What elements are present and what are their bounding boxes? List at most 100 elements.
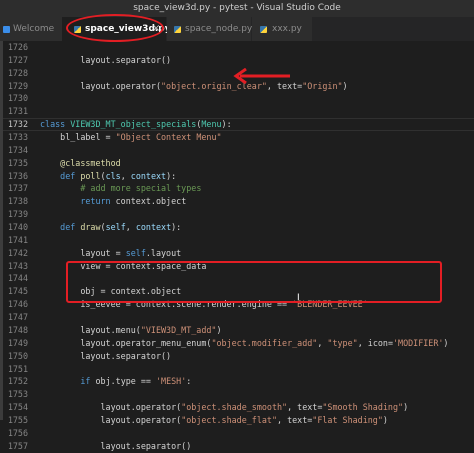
code-token: @classmethod bbox=[60, 157, 121, 168]
code-line[interactable]: 1731 bbox=[0, 105, 474, 118]
line-number: 1736 bbox=[7, 170, 28, 181]
code-token: if bbox=[80, 376, 96, 387]
code-token: layout.operator_menu_enum( bbox=[40, 337, 212, 348]
line-number: 1754 bbox=[7, 402, 28, 413]
code-line[interactable]: 1747 bbox=[0, 311, 474, 324]
line-number: 1745 bbox=[7, 286, 28, 297]
code-token: , bbox=[125, 222, 136, 233]
text-cursor-icon: I bbox=[297, 293, 300, 303]
code-token: obj.type == bbox=[95, 376, 156, 387]
code-token: "object.shade_smooth" bbox=[181, 402, 288, 413]
tab-label: Welcome bbox=[13, 24, 55, 34]
code-text: layout.operator("object.shade_flat", tex… bbox=[40, 414, 388, 427]
tab-highlight-ellipse bbox=[66, 14, 164, 42]
python-file-icon bbox=[260, 26, 267, 33]
code-text: layout.separator() bbox=[40, 350, 171, 363]
code-line[interactable]: 1736 def poll(cls, context): bbox=[0, 170, 474, 183]
code-line[interactable]: 1749 layout.operator_menu_enum("object.m… bbox=[0, 337, 474, 350]
line-number: 1747 bbox=[7, 312, 28, 323]
code-token: ): bbox=[221, 119, 232, 130]
code-line[interactable]: 1727 layout.separator() bbox=[0, 54, 474, 67]
code-text: layout.operator_menu_enum("object.modifi… bbox=[40, 337, 448, 350]
code-line[interactable]: 1756 bbox=[0, 427, 474, 440]
code-token: Menu bbox=[201, 119, 222, 130]
code-token: : bbox=[186, 376, 192, 387]
tab-welcome[interactable]: Welcome bbox=[0, 17, 62, 41]
code-token: cls bbox=[105, 170, 121, 181]
line-number: 1756 bbox=[7, 427, 28, 438]
code-line[interactable]: 1737 # add more special types bbox=[0, 182, 474, 195]
code-line[interactable]: 1750 layout.separator() bbox=[0, 350, 474, 363]
code-token: "Object Context Menu" bbox=[115, 132, 222, 143]
arrow-left-icon bbox=[233, 68, 290, 84]
code-text: def draw(self, context): bbox=[40, 221, 181, 234]
line-number: 1748 bbox=[7, 324, 28, 335]
code-token: ): bbox=[166, 170, 177, 181]
code-line[interactable]: 1754 layout.operator("object.shade_smoot… bbox=[0, 401, 474, 414]
code-token: , text= bbox=[287, 402, 323, 413]
code-token: def bbox=[60, 170, 81, 181]
line-number: 1749 bbox=[7, 337, 28, 348]
tab-label: space_node.py bbox=[185, 24, 253, 34]
code-text: return context.object bbox=[40, 195, 186, 208]
line-number: 1757 bbox=[7, 440, 28, 451]
code-token: layout.separator() bbox=[40, 440, 192, 451]
code-token: poll bbox=[80, 170, 101, 181]
code-token: layout.operator( bbox=[40, 80, 162, 91]
code-text: # add more special types bbox=[40, 182, 201, 195]
code-token: # add more special types bbox=[80, 183, 202, 194]
code-token: 'MODIFIER' bbox=[392, 337, 444, 348]
code-token: "Origin" bbox=[302, 80, 343, 91]
code-token: 'MESH' bbox=[156, 376, 187, 387]
line-number: 1737 bbox=[7, 183, 28, 194]
code-token: layout.operator( bbox=[40, 402, 182, 413]
code-line[interactable]: 1757 layout.separator() bbox=[0, 440, 474, 453]
line-number: 1743 bbox=[7, 260, 28, 271]
line-number: 1728 bbox=[7, 67, 28, 78]
code-line[interactable]: 1733 bl_label = "Object Context Menu" bbox=[0, 131, 474, 144]
code-line[interactable]: 1738 return context.object bbox=[0, 195, 474, 208]
code-token: bl_label = bbox=[40, 132, 116, 143]
code-text: def poll(cls, context): bbox=[40, 170, 176, 183]
code-token: layout.separator() bbox=[40, 350, 172, 361]
window-title: space_view3d.py - pytest - Visual Studio… bbox=[0, 0, 474, 17]
code-line[interactable]: 1742 layout = self.layout bbox=[0, 247, 474, 260]
code-line[interactable]: 1753 bbox=[0, 388, 474, 401]
tab-xxx[interactable]: xxx.py bbox=[252, 17, 312, 41]
line-number: 1742 bbox=[7, 247, 28, 258]
code-token: ): bbox=[171, 222, 182, 233]
code-token: def bbox=[60, 222, 81, 233]
code-token: layout.menu( bbox=[40, 324, 141, 335]
code-text: layout.separator() bbox=[40, 54, 171, 67]
code-text: layout.menu("VIEW3D_MT_add") bbox=[40, 324, 221, 337]
line-number: 1730 bbox=[7, 93, 28, 104]
line-number: 1752 bbox=[7, 376, 28, 387]
code-line[interactable]: 1735 @classmethod bbox=[0, 157, 474, 170]
code-token: context bbox=[130, 170, 167, 181]
code-line[interactable]: 1755 layout.operator("object.shade_flat"… bbox=[0, 414, 474, 427]
code-token: , icon= bbox=[357, 337, 393, 348]
code-line[interactable]: 1751 bbox=[0, 363, 474, 376]
code-line[interactable]: 1741 bbox=[0, 234, 474, 247]
code-token: ) bbox=[443, 337, 449, 348]
line-number: 1755 bbox=[7, 414, 28, 425]
tab-space-node[interactable]: space_node.py bbox=[167, 17, 253, 41]
code-text: bl_label = "Object Context Menu" bbox=[40, 131, 222, 144]
code-highlight-box bbox=[66, 261, 442, 303]
code-line[interactable]: 1734 bbox=[0, 144, 474, 157]
code-token: context bbox=[135, 222, 172, 233]
code-line[interactable]: 1748 layout.menu("VIEW3D_MT_add") bbox=[0, 324, 474, 337]
code-line[interactable]: 1739 bbox=[0, 208, 474, 221]
code-line[interactable]: 1752 if obj.type == 'MESH': bbox=[0, 375, 474, 388]
code-line[interactable]: 1740 def draw(self, context): bbox=[0, 221, 474, 234]
code-token: "type" bbox=[327, 337, 358, 348]
line-number: 1738 bbox=[7, 196, 28, 207]
code-line[interactable]: 1732 class VIEW3D_MT_object_specials(Menu… bbox=[0, 118, 474, 131]
code-line[interactable]: 1730 bbox=[0, 92, 474, 105]
code-token: return bbox=[80, 196, 116, 207]
code-text: layout = self.layout bbox=[40, 247, 181, 260]
line-number: 1746 bbox=[7, 299, 28, 310]
code-line[interactable]: 1726 bbox=[0, 41, 474, 54]
code-editor[interactable]: 1726 1727 layout.separator() 1728 1729 layo… bbox=[0, 41, 474, 451]
